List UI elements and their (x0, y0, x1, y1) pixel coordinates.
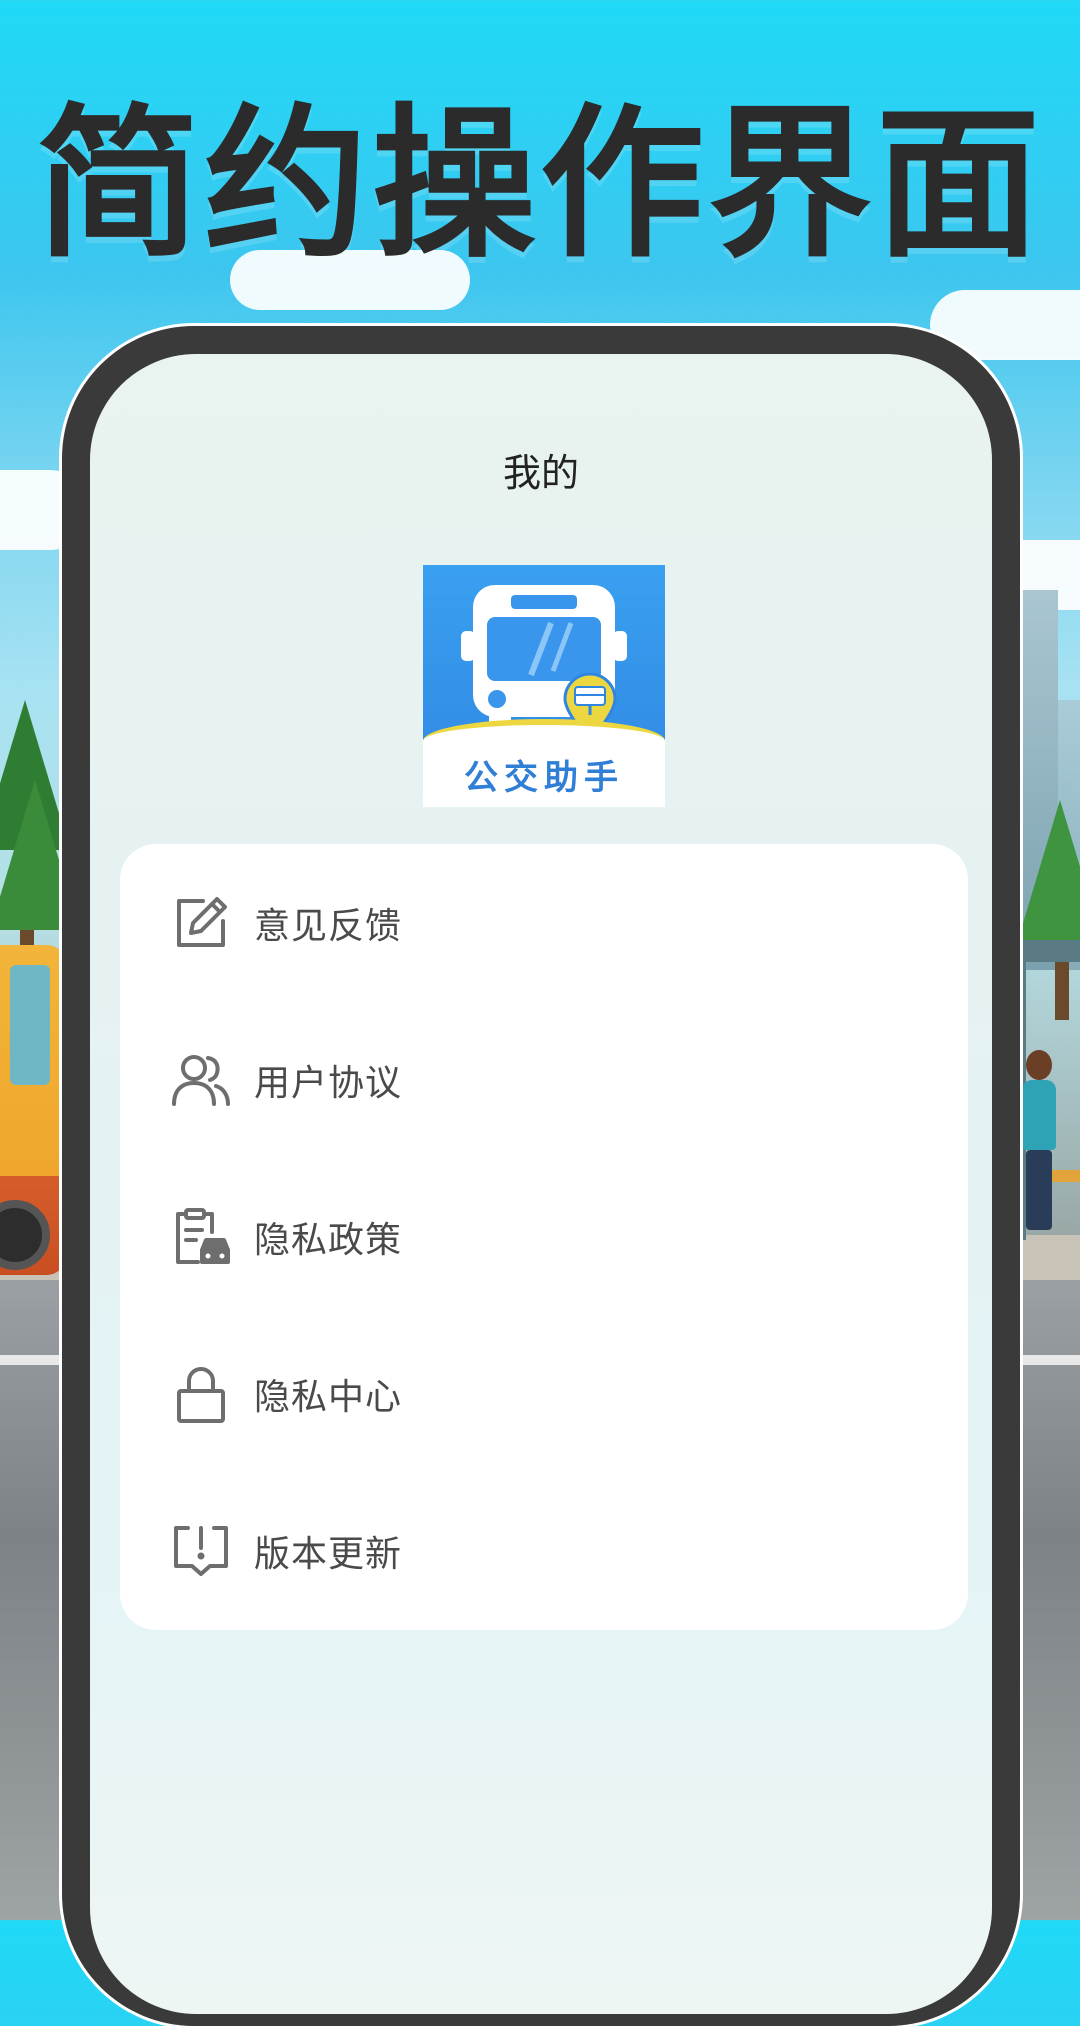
menu-item-user-agreement[interactable]: 用户协议 (120, 1001, 968, 1158)
settings-menu-card: 意见反馈 用户协议 隐私政策 隐私中心 版本更新 (120, 844, 968, 1630)
menu-item-label: 意见反馈 (254, 905, 403, 947)
promo-headline: 简约操作界面 (35, 89, 1044, 280)
person-head (1026, 1050, 1052, 1080)
menu-item-label: 用户协议 (254, 1062, 403, 1104)
edit-icon (166, 888, 236, 958)
page-title: 我的 (502, 451, 579, 495)
person-body (1022, 1080, 1056, 1150)
bus-illustration (0, 945, 65, 1275)
users-icon (166, 1045, 236, 1115)
app-logo-text: 公交助手 (464, 758, 624, 798)
bus-window (10, 965, 50, 1085)
person-illustration (1018, 1050, 1058, 1230)
phone-frame: 我的 公交助手 意见反馈 用户协议 隐私政策 隐私中心 版本更新 (62, 326, 1020, 2026)
app-logo: 公交助手 (423, 565, 665, 807)
person-legs (1026, 1150, 1052, 1230)
menu-item-label: 隐私政策 (254, 1219, 403, 1261)
menu-item-privacy-center[interactable]: 隐私中心 (120, 1315, 968, 1472)
menu-item-version-update[interactable]: 版本更新 (120, 1472, 968, 1629)
lock-icon (166, 1359, 236, 1429)
menu-item-label: 隐私中心 (254, 1376, 403, 1418)
phone-screen: 我的 公交助手 意见反馈 用户协议 隐私政策 隐私中心 版本更新 (90, 354, 992, 2014)
shelter-roof (1018, 940, 1080, 962)
tree (1015, 800, 1080, 950)
update-alert-icon (166, 1516, 236, 1586)
menu-item-feedback[interactable]: 意见反馈 (120, 844, 968, 1001)
menu-item-label: 版本更新 (254, 1533, 403, 1575)
bus-wheel (0, 1200, 50, 1270)
menu-item-privacy-policy[interactable]: 隐私政策 (120, 1158, 968, 1315)
clipboard-car-icon (166, 1202, 236, 1272)
